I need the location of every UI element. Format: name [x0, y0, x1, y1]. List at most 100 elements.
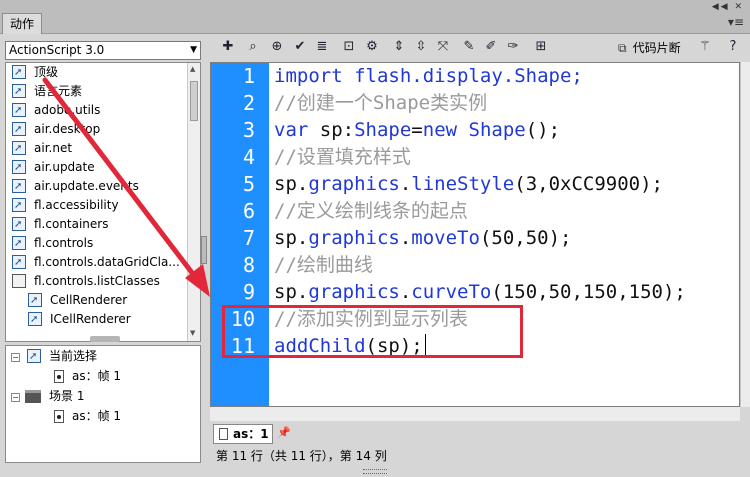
tree-item[interactable]: air.net — [6, 139, 200, 158]
pane-resize-handle[interactable] — [90, 336, 120, 342]
help-icon[interactable]: ? — [724, 38, 742, 56]
tree-item[interactable]: air.update — [6, 158, 200, 177]
script-icon — [27, 347, 41, 367]
magic-wand-icon[interactable]: ⚚ — [696, 38, 714, 56]
auto-format-icon[interactable]: ≣ — [313, 38, 331, 56]
panel-tab-actions[interactable]: 动作 — [2, 13, 43, 34]
language-select[interactable]: ActionScript 3.0 ▼ — [5, 41, 201, 60]
book-icon — [12, 63, 26, 82]
toolbox-scrollbar[interactable]: ▲ ▼ — [187, 63, 200, 341]
tree-item[interactable]: 语言元素 — [6, 82, 200, 101]
show-hide-toolbox-icon[interactable]: ⊞ — [532, 38, 550, 56]
tree-item-label: fl.controls.dataGridCla... — [34, 255, 180, 269]
code-token: . — [399, 227, 412, 249]
debug-options-icon[interactable]: ⚙ — [363, 38, 381, 56]
toolbox-tree: 顶级语言元素 adobe.utils air.desktop air.net air.u… — [5, 62, 201, 342]
tree-item[interactable]: fl.controls.dataGridCla... — [6, 253, 200, 272]
code-comment-line[interactable]: //定义绘制线条的起点 — [274, 198, 468, 225]
resize-grip[interactable] — [363, 469, 387, 474]
book-icon — [12, 101, 26, 120]
tree-item-label: air.desktop — [34, 122, 101, 136]
pin-icon[interactable]: 📌 — [277, 426, 291, 439]
expand-all-icon[interactable]: ⤧ — [434, 38, 452, 56]
nav-current-selection[interactable]: −当前选择 — [6, 346, 200, 367]
code-snippets-button[interactable]: ⧉ 代码片断 — [618, 40, 681, 56]
code-token: import flash.display.Shape; — [274, 65, 583, 87]
tree-item[interactable]: air.desktop — [6, 120, 200, 139]
highlight-box — [222, 305, 523, 358]
line-number: 7 — [242, 226, 255, 250]
line-number: 1 — [242, 64, 255, 88]
line-number: 6 — [242, 199, 255, 223]
tree-item-label: adobe.utils — [34, 103, 101, 117]
script-toolbar: ✚ ⌕ ⊕ ✔ ≣ ⊡ ⚙ ⇕ ⇳ ⤧ ✎ ✐ ✑ ⊞ ⧉ 代码片断 ⚚ ? — [210, 34, 750, 62]
tree-item-label: fl.controls — [34, 236, 94, 250]
panel-splitter-toggle[interactable] — [201, 236, 207, 264]
nav-scene-frame[interactable]: as：帧 1 — [6, 406, 200, 426]
book-icon — [12, 120, 26, 139]
editor-scrollbar[interactable] — [740, 62, 750, 407]
tree-item[interactable]: fl.containers — [6, 215, 200, 234]
collapse-icon[interactable]: − — [11, 393, 20, 402]
book-icon — [12, 177, 26, 196]
collapse-selection-icon[interactable]: ⇳ — [412, 38, 430, 56]
code-line[interactable]: sp.graphics.moveTo(50,50); — [274, 225, 571, 252]
class-doc-icon — [12, 274, 26, 288]
target-icon[interactable]: ⊕ — [268, 38, 286, 56]
scrollbar-thumb[interactable] — [190, 81, 198, 121]
check-syntax-icon[interactable]: ✔ — [291, 38, 309, 56]
code-token: graphics — [308, 173, 400, 195]
code-line[interactable]: sp.graphics.lineStyle(3,0xCC9900); — [274, 171, 663, 198]
code-token: curveTo — [411, 281, 492, 303]
book-icon — [28, 310, 42, 329]
apply-block-comment-icon[interactable]: ✎ — [460, 38, 478, 56]
tree-item[interactable]: air.update.events — [6, 177, 200, 196]
code-token: new — [422, 119, 458, 141]
tree-item[interactable]: fl.controls — [6, 234, 200, 253]
code-comment-line[interactable]: //设置填充样式 — [274, 144, 411, 171]
code-token: = — [411, 119, 423, 141]
collapse-between-braces-icon[interactable]: ⇕ — [390, 38, 408, 56]
nav-current-frame[interactable]: as：帧 1 — [6, 366, 200, 386]
book-icon — [28, 291, 42, 310]
tree-item[interactable]: 顶级 — [6, 63, 200, 82]
book-icon — [12, 139, 26, 158]
tree-item[interactable]: fl.accessibility — [6, 196, 200, 215]
book-icon — [12, 234, 26, 253]
code-comment-line[interactable]: //创建一个Shape类实例 — [274, 90, 487, 117]
remove-comment-icon[interactable]: ✑ — [504, 38, 522, 56]
code-hint-icon[interactable]: ⊡ — [340, 38, 358, 56]
book-icon — [12, 82, 26, 101]
code-token: sp: — [308, 119, 355, 141]
code-token: //创建一个Shape类实例 — [274, 92, 488, 114]
scene-clapper-icon — [25, 390, 41, 403]
code-line[interactable]: sp.graphics.curveTo(150,50,150,150); — [274, 279, 686, 306]
tree-item[interactable]: CellRenderer — [6, 291, 200, 310]
code-comment-line[interactable]: //绘制曲线 — [274, 252, 373, 279]
line-number: 5 — [242, 172, 255, 196]
scroll-down-icon[interactable]: ▼ — [190, 329, 195, 337]
frame-icon — [54, 410, 64, 423]
find-icon[interactable]: ⌕ — [244, 38, 262, 56]
collapse-icon[interactable]: − — [11, 353, 20, 362]
code-line[interactable]: var sp:Shape=new Shape(); — [274, 117, 560, 144]
tree-item[interactable]: fl.controls.listClasses — [6, 272, 200, 291]
code-token: lineStyle — [411, 173, 515, 195]
code-line[interactable]: import flash.display.Shape; — [274, 63, 583, 90]
nav-scene[interactable]: − 场景 1 — [6, 386, 200, 406]
scroll-up-icon[interactable]: ▲ — [190, 65, 195, 73]
code-token: moveTo — [411, 227, 480, 249]
code-editor[interactable]: 1 2 3 4 5 6 7 8 9 10 11 import flash.display.Shape… — [210, 62, 740, 407]
code-token: . — [399, 281, 412, 303]
script-file-tab[interactable]: as：1 — [213, 424, 273, 444]
tree-item[interactable]: ICellRenderer — [6, 310, 200, 329]
tree-item[interactable]: adobe.utils — [6, 101, 200, 120]
actions-toolbox: ActionScript 3.0 ▼ 顶级语言元素 adobe.utils air.… — [0, 34, 208, 466]
add-item-icon[interactable]: ✚ — [219, 38, 237, 56]
apply-line-comment-icon[interactable]: ✐ — [482, 38, 500, 56]
menu-lines-icon[interactable]: ▾≡ — [728, 15, 744, 29]
line-number: 3 — [242, 118, 255, 142]
code-token: (); — [525, 119, 561, 141]
panel-collapse-controls[interactable]: ◀◀ ✕ — [712, 2, 744, 12]
